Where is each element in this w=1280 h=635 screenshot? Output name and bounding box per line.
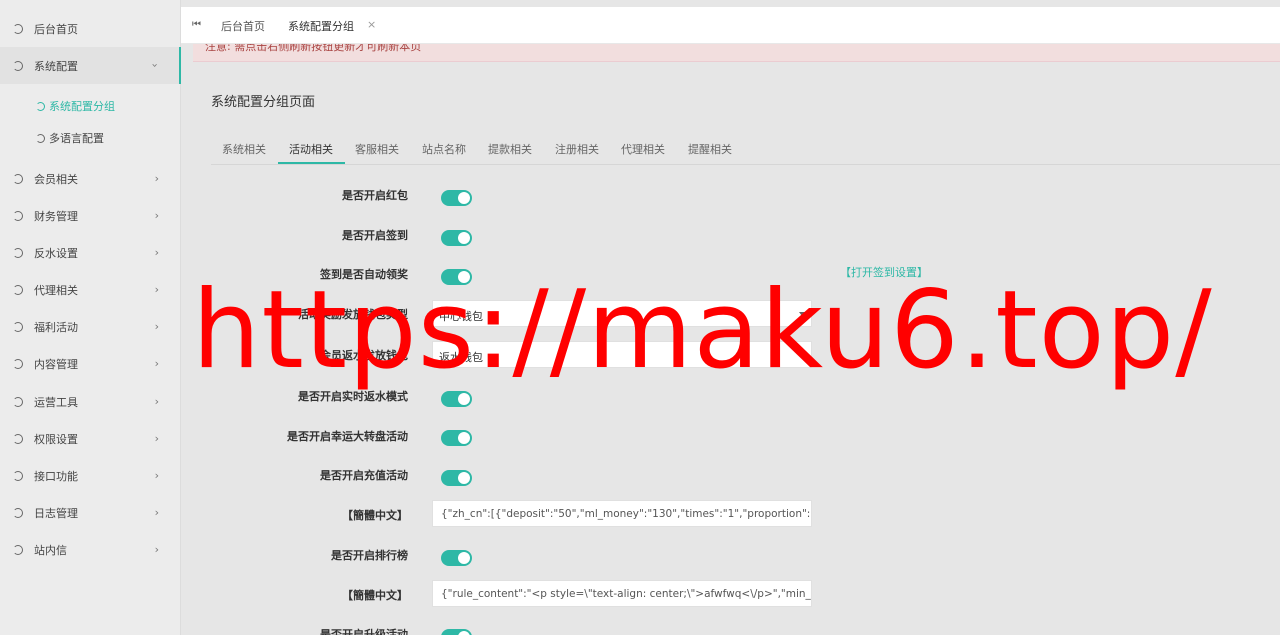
- menu-icon: [36, 133, 45, 143]
- sidebar-item-label: 内容管理: [34, 357, 78, 371]
- menu-icon: [12, 358, 24, 370]
- sidebar-item-messages[interactable]: 站内信 ›: [0, 531, 181, 568]
- sidebar-item-logs[interactable]: 日志管理 ›: [0, 494, 181, 531]
- sidebar-item-finance[interactable]: 财务管理 ›: [0, 197, 181, 234]
- sidebar-item-permissions[interactable]: 权限设置 ›: [0, 420, 181, 457]
- tab-bar: ⏮ 后台首页 系统配置分组 ×: [181, 7, 1280, 44]
- sidebar-item-label: 日志管理: [34, 506, 78, 520]
- notice-alert: 注意: 需点击右侧刷新按钮更新才可刷新本页: [193, 44, 1280, 62]
- page-title: 系统配置分组页面: [211, 95, 316, 110]
- sidebar-item-api[interactable]: 接口功能 ›: [0, 457, 181, 494]
- subtab-site-name[interactable]: 站点名称: [422, 141, 466, 157]
- menu-icon: [12, 470, 24, 482]
- field-label: 是否开启充值活动: [320, 469, 408, 482]
- chevron-right-icon: ›: [154, 395, 159, 408]
- skip-start-icon[interactable]: ⏮: [192, 19, 201, 30]
- menu-icon: [12, 433, 24, 445]
- input-value: {"rule_content":"<p style=\"text-align: …: [441, 588, 812, 600]
- sidebar-item-label: 后台首页: [34, 22, 78, 36]
- field-label: 【簡體中文】: [342, 509, 408, 522]
- deposit-activity-toggle[interactable]: [441, 470, 472, 486]
- upgrade-activity-toggle[interactable]: [441, 629, 472, 635]
- sidebar-item-label: 运营工具: [34, 395, 78, 409]
- menu-icon: [12, 396, 24, 408]
- subtab-registration[interactable]: 注册相关: [555, 141, 599, 157]
- realtime-rebate-toggle[interactable]: [441, 391, 472, 407]
- subtab-reminders[interactable]: 提醒相关: [688, 141, 732, 157]
- checkin-toggle[interactable]: [441, 230, 472, 246]
- subtab-bar: 系统相关 活动相关 客服相关 站点名称 提款相关 注册相关 代理相关 提醒相关: [211, 128, 1280, 165]
- tab-config-group[interactable]: 系统配置分组: [288, 18, 354, 34]
- notice-text: 注意: 需点击右侧刷新按钮更新才可刷新本页: [205, 44, 422, 53]
- menu-icon: [12, 507, 24, 519]
- watermark-text: https://maku6.top/: [192, 268, 1213, 393]
- field-label: 是否开启升级活动: [320, 628, 408, 635]
- sidebar-item-label: 福利活动: [34, 320, 78, 334]
- active-tab-indicator: [278, 162, 345, 164]
- field-label: 是否开启幸运大转盘活动: [287, 430, 408, 443]
- sidebar-subitem-language-config[interactable]: 多语言配置: [36, 128, 104, 148]
- field-label: 【簡體中文】: [342, 589, 408, 602]
- tab-home[interactable]: 后台首页: [221, 18, 265, 34]
- menu-icon: [12, 60, 24, 72]
- chevron-right-icon: ›: [154, 209, 159, 222]
- sidebar-item-agents[interactable]: 代理相关 ›: [0, 271, 181, 308]
- chevron-right-icon: ›: [154, 506, 159, 519]
- sidebar-item-home[interactable]: 后台首页: [0, 10, 181, 47]
- input-value: {"zh_cn":[{"deposit":"50","ml_money":"13…: [441, 508, 811, 520]
- field-label: 是否开启红包: [342, 189, 408, 202]
- menu-icon: [36, 101, 45, 111]
- sidebar: 后台首页 系统配置 › 系统配置分组 多语言配置 会员相关 › 财务管理 › 反…: [0, 0, 181, 635]
- sidebar-subitem-label: 系统配置分组: [49, 100, 115, 113]
- menu-icon: [12, 210, 24, 222]
- sidebar-item-label: 接口功能: [34, 469, 78, 483]
- sidebar-item-members[interactable]: 会员相关 ›: [0, 160, 181, 197]
- sidebar-item-label: 反水设置: [34, 246, 78, 260]
- chevron-right-icon: ›: [154, 357, 159, 370]
- subtab-system[interactable]: 系统相关: [222, 141, 266, 157]
- sidebar-subitem-label: 多语言配置: [49, 132, 104, 145]
- sidebar-subitem-config-group[interactable]: 系统配置分组: [36, 96, 115, 116]
- sidebar-item-label: 站内信: [34, 543, 67, 557]
- sidebar-item-label: 财务管理: [34, 209, 78, 223]
- redpacket-toggle[interactable]: [441, 190, 472, 206]
- menu-icon: [12, 284, 24, 296]
- chevron-right-icon: ›: [154, 172, 159, 185]
- chevron-right-icon: ›: [154, 283, 159, 296]
- menu-icon: [12, 321, 24, 333]
- field-label: 是否开启签到: [342, 229, 408, 242]
- sidebar-item-label: 权限设置: [34, 432, 78, 446]
- sidebar-item-welfare[interactable]: 福利活动 ›: [0, 308, 181, 345]
- subtab-agents[interactable]: 代理相关: [621, 141, 665, 157]
- subtab-customer-service[interactable]: 客服相关: [355, 141, 399, 157]
- subtab-withdrawal[interactable]: 提款相关: [488, 141, 532, 157]
- sidebar-item-label: 系统配置: [34, 59, 78, 73]
- leaderboard-toggle[interactable]: [441, 550, 472, 566]
- chevron-right-icon: ›: [154, 543, 159, 556]
- menu-icon: [12, 23, 24, 35]
- sidebar-item-rebate[interactable]: 反水设置 ›: [0, 234, 181, 271]
- chevron-right-icon: ›: [154, 246, 159, 259]
- chevron-right-icon: ›: [154, 320, 159, 333]
- menu-icon: [12, 544, 24, 556]
- menu-icon: [12, 173, 24, 185]
- sidebar-item-label: 代理相关: [34, 283, 78, 297]
- leaderboard-config-input[interactable]: {"rule_content":"<p style=\"text-align: …: [432, 580, 812, 607]
- subtab-activity[interactable]: 活动相关: [289, 141, 333, 157]
- sidebar-item-operations[interactable]: 运营工具 ›: [0, 383, 181, 420]
- close-icon[interactable]: ×: [367, 18, 376, 31]
- deposit-config-input[interactable]: {"zh_cn":[{"deposit":"50","ml_money":"13…: [432, 500, 812, 527]
- menu-icon: [12, 247, 24, 259]
- sidebar-item-label: 会员相关: [34, 172, 78, 186]
- sidebar-item-system-config[interactable]: 系统配置 ›: [0, 47, 181, 84]
- field-label: 是否开启排行榜: [331, 549, 408, 562]
- lucky-wheel-toggle[interactable]: [441, 430, 472, 446]
- chevron-down-icon: ›: [148, 63, 162, 68]
- sidebar-item-content[interactable]: 内容管理 ›: [0, 345, 181, 382]
- chevron-right-icon: ›: [154, 432, 159, 445]
- chevron-right-icon: ›: [154, 469, 159, 482]
